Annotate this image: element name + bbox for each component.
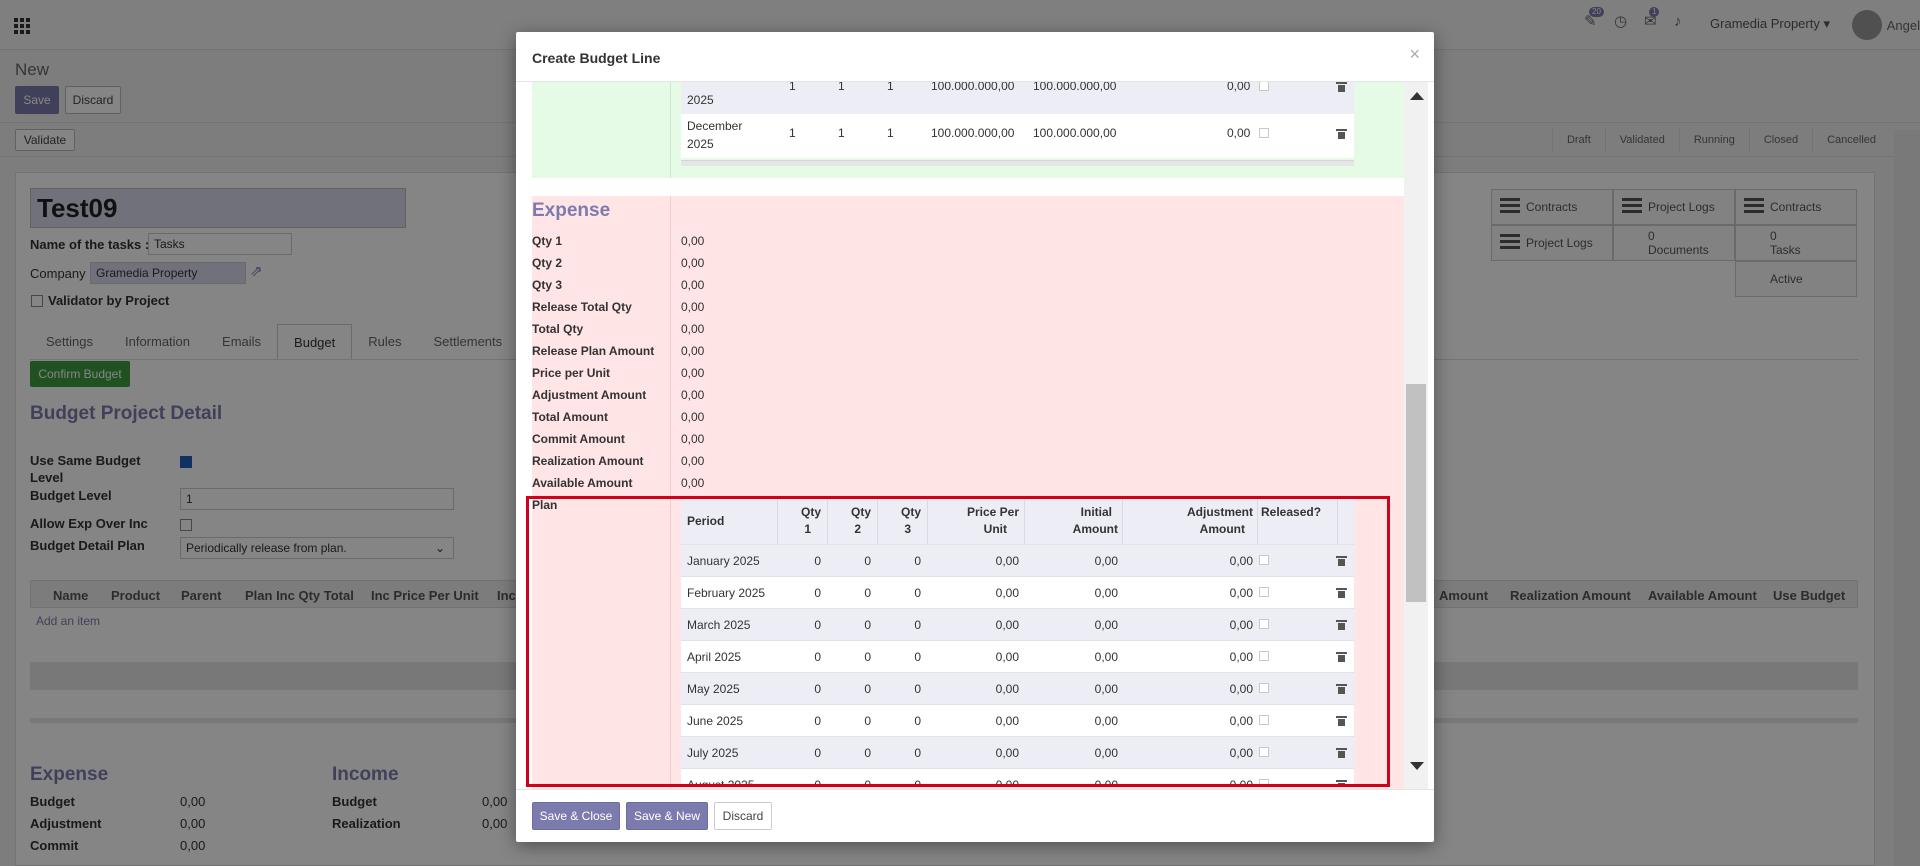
field-value[interactable]: 0,00 (681, 366, 704, 380)
field-value[interactable]: 0,00 (681, 388, 704, 402)
field-label: Total Qty (532, 322, 584, 336)
table-row[interactable]: December 2025 1 1 1 100.000.000,00 100.0… (681, 114, 1354, 158)
field-label: Total Amount (532, 410, 608, 424)
scroll-up-icon[interactable] (1410, 92, 1424, 100)
dialog-header: Create Budget Line × (516, 32, 1434, 82)
period-cell: December (687, 119, 743, 133)
field-label: Release Total Qty (532, 300, 632, 314)
field-value[interactable]: 0,00 (681, 256, 704, 270)
plan-highlight-box (526, 496, 1390, 787)
dialog-title: Create Budget Line (532, 50, 661, 66)
field-value[interactable]: 0,00 (681, 234, 704, 248)
field-value[interactable]: 0,00 (681, 344, 704, 358)
field-value[interactable]: 0,00 (681, 432, 704, 446)
trash-icon[interactable] (1336, 129, 1347, 139)
section-divider (670, 82, 671, 178)
dialog-scrollbar[interactable] (1404, 82, 1428, 789)
save-new-button[interactable]: Save & New (626, 802, 708, 830)
dialog-body: 2025 1 1 1 100.000.000,00 100.000.000,00… (516, 82, 1434, 789)
field-label: Realization Amount (532, 454, 644, 468)
field-label: Price per Unit (532, 366, 611, 380)
field-value[interactable]: 0,00 (681, 476, 704, 490)
field-label: Available Amount (532, 476, 633, 490)
create-budget-line-dialog: Create Budget Line × 2025 1 1 1 100.000.… (516, 32, 1434, 842)
field-label: Release Plan Amount (532, 344, 655, 358)
released-checkbox[interactable] (1259, 82, 1269, 91)
field-value[interactable]: 0,00 (681, 322, 704, 336)
scroll-down-icon[interactable] (1410, 762, 1424, 770)
field-label: Qty 2 (532, 256, 563, 270)
expense-title: Expense (532, 200, 611, 221)
dialog-footer: Save & Close Save & New Discard (516, 789, 1434, 842)
field-value[interactable]: 0,00 (681, 300, 704, 314)
table-row[interactable]: 2025 1 1 1 100.000.000,00 100.000.000,00… (681, 82, 1354, 114)
field-label: Commit Amount (532, 432, 625, 446)
table-footer (681, 160, 1354, 166)
field-value[interactable]: 0,00 (681, 410, 704, 424)
scroll-thumb[interactable] (1406, 384, 1426, 602)
field-label: Adjustment Amount (532, 388, 647, 402)
save-close-button[interactable]: Save & Close (532, 802, 620, 830)
field-label: Qty 3 (532, 278, 563, 292)
field-label: Qty 1 (532, 234, 563, 248)
period-cell: 2025 (687, 93, 714, 107)
close-icon[interactable]: × (1409, 44, 1420, 65)
released-checkbox[interactable] (1259, 128, 1269, 138)
field-value[interactable]: 0,00 (681, 278, 704, 292)
trash-icon[interactable] (1336, 82, 1347, 92)
discard-dialog-button[interactable]: Discard (714, 802, 772, 830)
field-value[interactable]: 0,00 (681, 454, 704, 468)
